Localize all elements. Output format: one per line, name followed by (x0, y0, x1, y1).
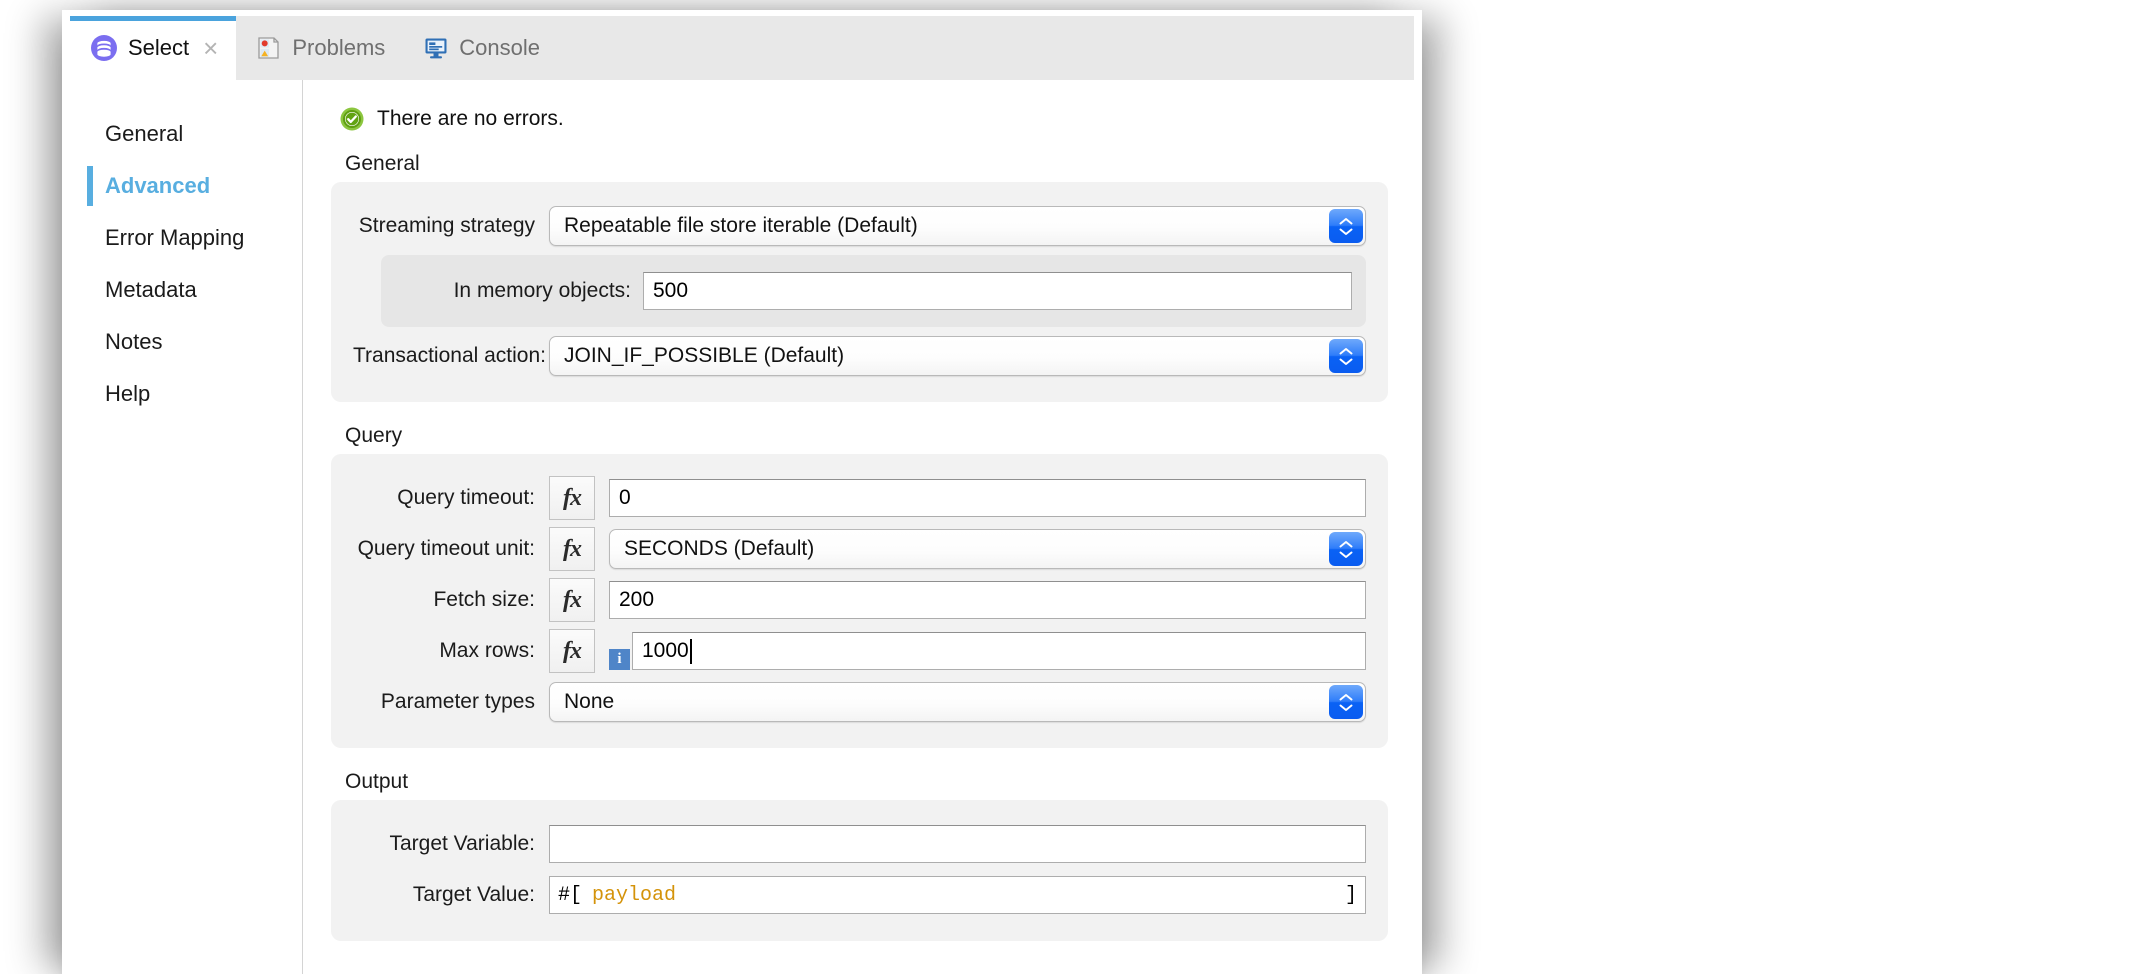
success-check-icon (339, 106, 365, 132)
tab-select[interactable]: Select × (70, 16, 236, 80)
transactional-action-label: Transactional action: (353, 344, 549, 368)
in-memory-objects-value: 500 (653, 279, 688, 303)
sidebar-item-label: Metadata (105, 277, 197, 303)
status-banner: There are no errors. (331, 100, 1388, 146)
sidebar: General Advanced Error Mapping Metadata … (70, 80, 303, 974)
chevron-updown-icon[interactable] (1329, 532, 1363, 566)
tab-select-label: Select (128, 35, 189, 61)
status-text: There are no errors. (377, 107, 564, 131)
field-target-variable: Target Variable: (353, 821, 1366, 867)
expression-fx-button[interactable]: fx (549, 578, 595, 622)
tab-strip: Select × Problems (70, 16, 1414, 80)
sidebar-item-general[interactable]: General (70, 108, 302, 160)
field-in-memory-objects: In memory objects: 500 (389, 268, 1352, 314)
content-pane: There are no errors. General Streaming s… (303, 80, 1414, 974)
target-variable-label: Target Variable: (353, 832, 549, 856)
streaming-strategy-select[interactable]: Repeatable file store iterable (Default) (549, 206, 1366, 246)
section-query: Query timeout: fx 0 Query timeout unit: … (331, 454, 1388, 748)
sidebar-item-advanced[interactable]: Advanced (70, 160, 302, 212)
chevron-updown-icon[interactable] (1329, 209, 1363, 243)
max-rows-label: Max rows: (353, 639, 549, 663)
section-title-general: General (345, 152, 1388, 176)
expression-fx-button[interactable]: fx (549, 527, 595, 571)
field-streaming-strategy: Streaming strategy Repeatable file store… (353, 203, 1366, 249)
parameter-types-select[interactable]: None (549, 682, 1366, 722)
section-title-output: Output (345, 770, 1388, 794)
section-general: Streaming strategy Repeatable file store… (331, 182, 1388, 402)
problems-icon (256, 35, 282, 61)
query-timeout-label: Query timeout: (353, 486, 549, 510)
transactional-action-value: JOIN_IF_POSSIBLE (Default) (564, 344, 844, 368)
expression-fx-button[interactable]: fx (549, 476, 595, 520)
max-rows-input[interactable]: 1000 (632, 632, 1366, 670)
query-timeout-value: 0 (619, 486, 631, 510)
expression-open-delimiter: #[ (558, 884, 582, 907)
parameter-types-value: None (564, 690, 614, 714)
query-timeout-input[interactable]: 0 (609, 479, 1366, 517)
sidebar-item-help[interactable]: Help (70, 368, 302, 420)
sidebar-item-label: Help (105, 381, 150, 407)
streaming-strategy-value: Repeatable file store iterable (Default) (564, 214, 918, 238)
fetch-size-label: Fetch size: (353, 588, 549, 612)
field-fetch-size: Fetch size: fx 200 (353, 577, 1366, 623)
sidebar-item-notes[interactable]: Notes (70, 316, 302, 368)
sidebar-item-label: Error Mapping (105, 225, 244, 251)
expression-close-delimiter: ] (1345, 884, 1357, 907)
info-badge-icon[interactable]: i (609, 649, 630, 670)
parameter-types-label: Parameter types (353, 690, 549, 714)
max-rows-value: 1000 (642, 639, 689, 663)
field-max-rows: Max rows: fx i 1000 (353, 628, 1366, 674)
section-output: Target Variable: Target Value: #[ (331, 800, 1388, 941)
section-title-query: Query (345, 424, 1388, 448)
app-root: Select × Problems (0, 0, 2142, 974)
target-variable-input[interactable] (549, 825, 1366, 863)
fetch-size-input[interactable]: 200 (609, 581, 1366, 619)
properties-window: Select × Problems (70, 16, 1414, 974)
chevron-updown-icon[interactable] (1329, 685, 1363, 719)
transactional-action-select[interactable]: JOIN_IF_POSSIBLE (Default) (549, 336, 1366, 376)
tab-problems-label: Problems (292, 35, 385, 61)
query-timeout-unit-label: Query timeout unit: (353, 537, 549, 561)
chevron-updown-icon[interactable] (1329, 339, 1363, 373)
field-parameter-types: Parameter types None (353, 679, 1366, 725)
tab-console-label: Console (459, 35, 540, 61)
query-timeout-unit-select[interactable]: SECONDS (Default) (609, 529, 1366, 569)
close-icon[interactable]: × (203, 35, 218, 61)
expression-fx-button[interactable]: fx (549, 629, 595, 673)
sidebar-item-label: General (105, 121, 183, 147)
query-timeout-unit-value: SECONDS (Default) (624, 537, 814, 561)
database-icon (90, 34, 118, 62)
target-value-expression: payload (592, 884, 1345, 907)
body-area: General Advanced Error Mapping Metadata … (70, 80, 1414, 974)
fetch-size-value: 200 (619, 588, 654, 612)
in-memory-objects-input[interactable]: 500 (643, 272, 1352, 310)
field-query-timeout-unit: Query timeout unit: fx SECONDS (Default) (353, 526, 1366, 572)
sidebar-item-label: Advanced (105, 173, 210, 199)
target-value-input[interactable]: #[ payload ] (549, 876, 1366, 914)
subpanel-in-memory: In memory objects: 500 (381, 255, 1366, 327)
console-icon (423, 35, 449, 61)
target-value-label: Target Value: (353, 883, 549, 907)
sidebar-item-metadata[interactable]: Metadata (70, 264, 302, 316)
in-memory-objects-label: In memory objects: (389, 279, 643, 303)
tab-console[interactable]: Console (403, 16, 558, 80)
field-query-timeout: Query timeout: fx 0 (353, 475, 1366, 521)
tab-problems[interactable]: Problems (236, 16, 403, 80)
field-transactional-action: Transactional action: JOIN_IF_POSSIBLE (… (353, 333, 1366, 379)
sidebar-item-label: Notes (105, 329, 162, 355)
sidebar-item-error-mapping[interactable]: Error Mapping (70, 212, 302, 264)
field-target-value: Target Value: #[ payload ] (353, 872, 1366, 918)
streaming-strategy-label: Streaming strategy (353, 214, 549, 238)
